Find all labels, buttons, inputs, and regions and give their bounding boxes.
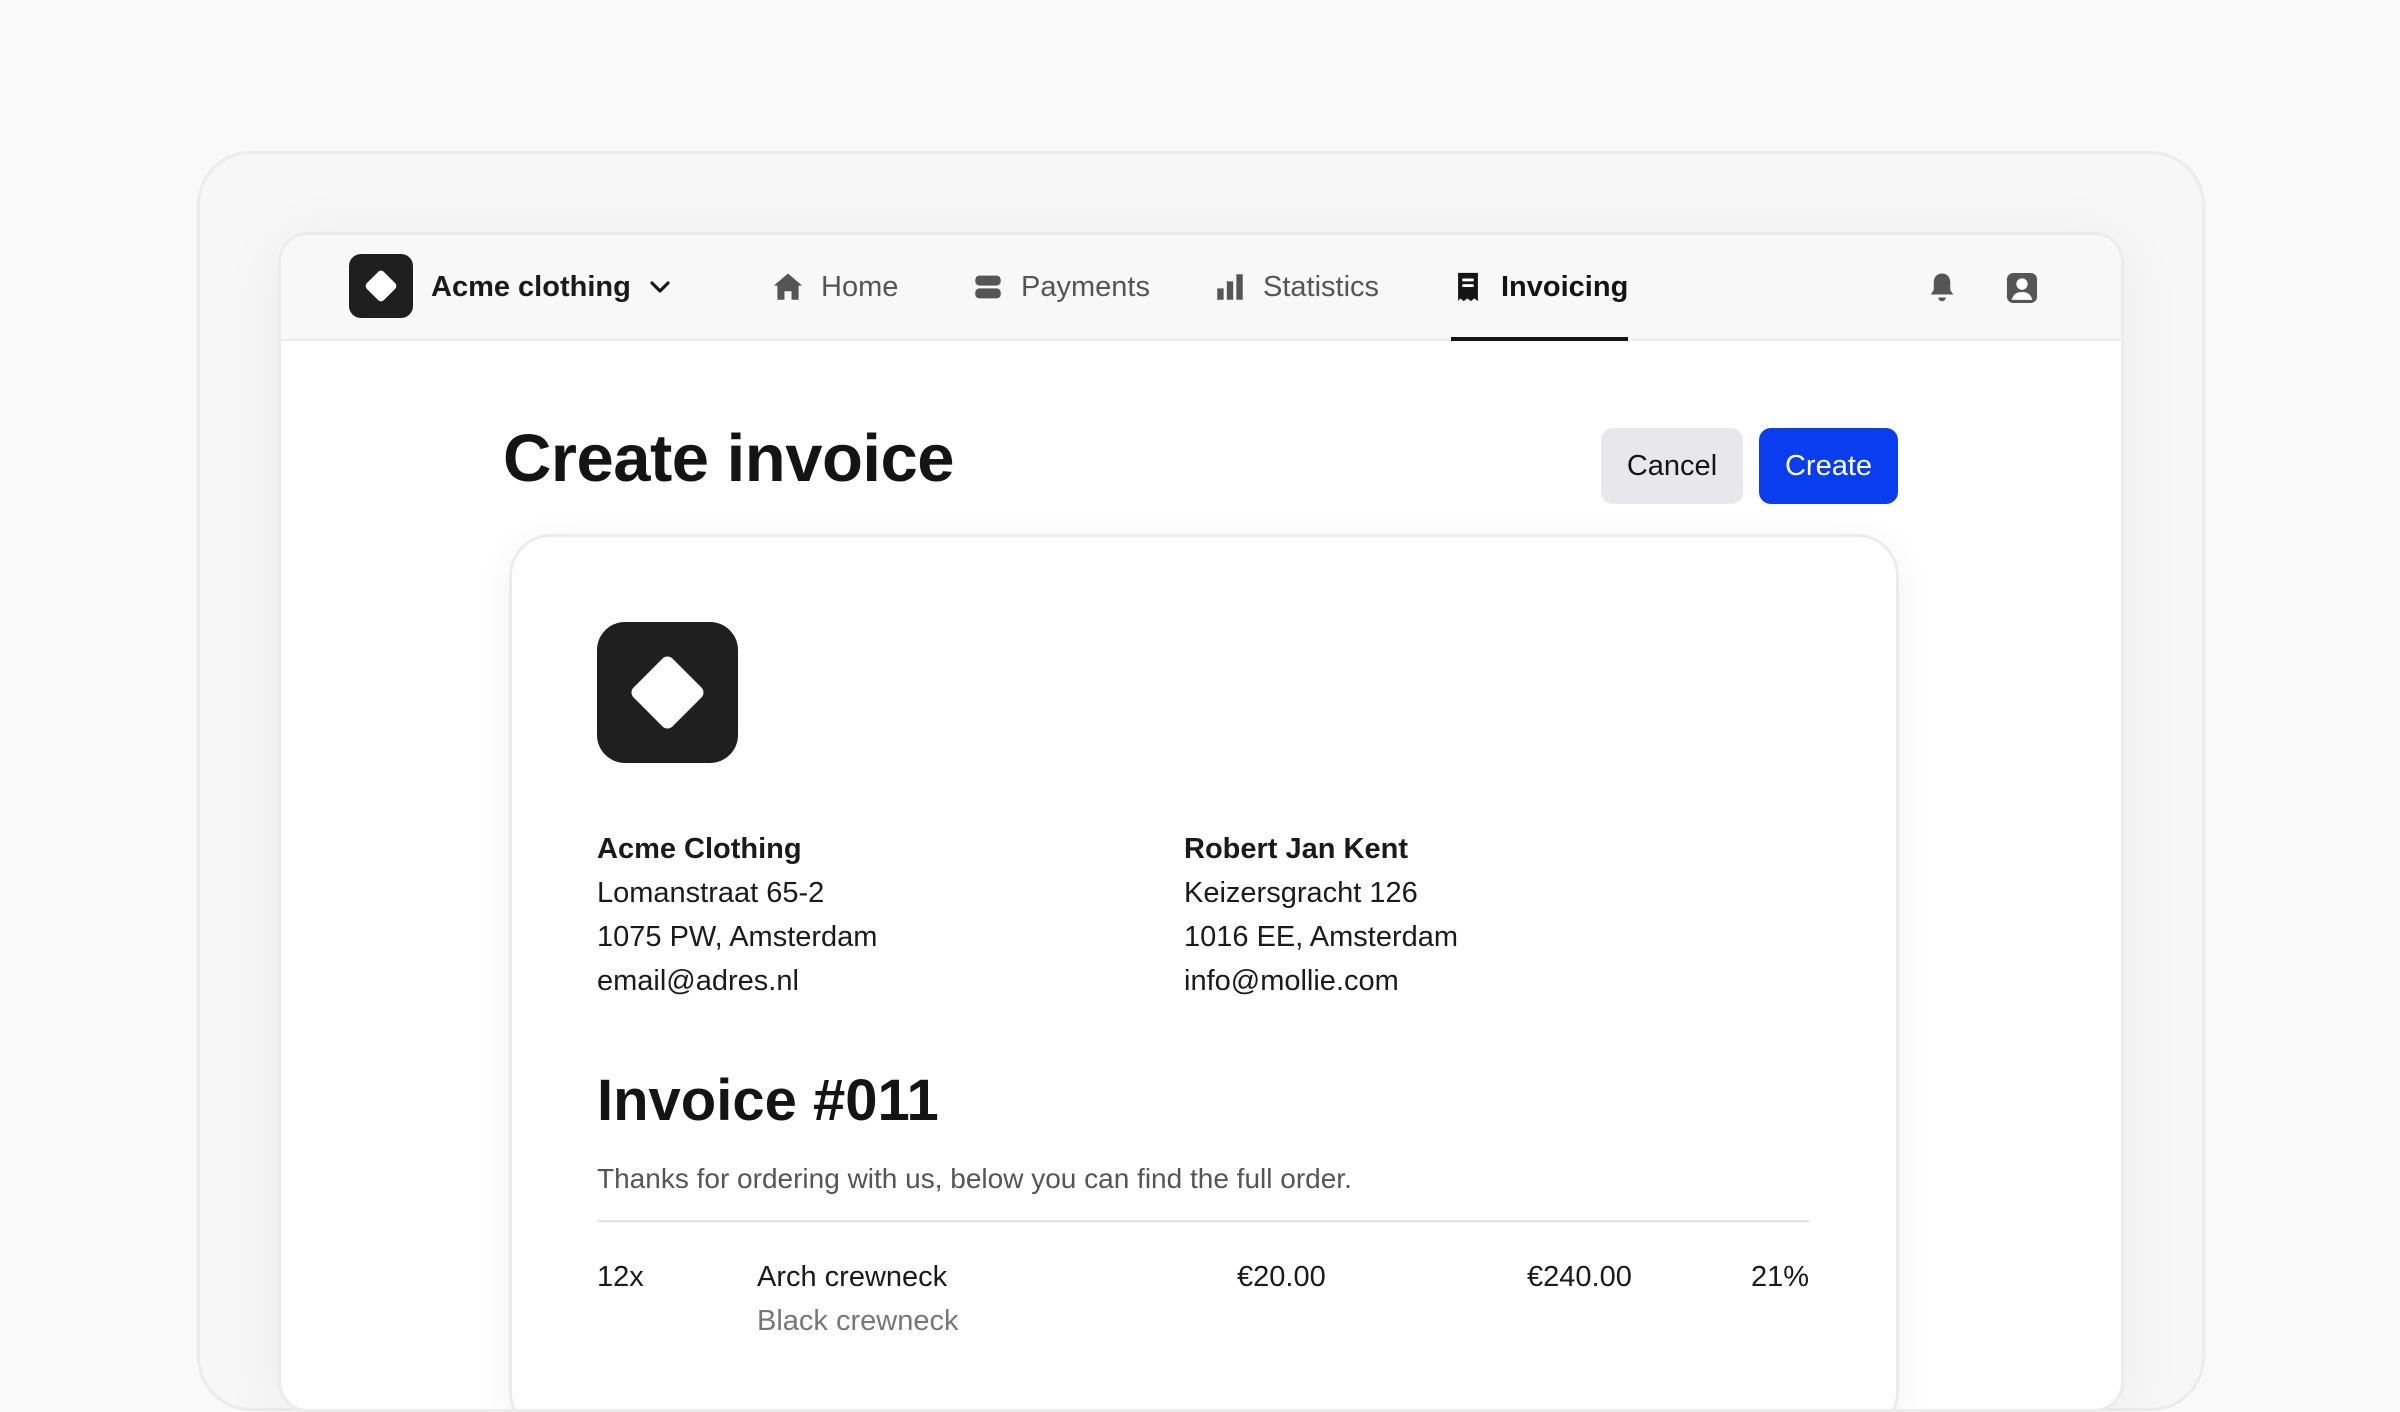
page-title: Create invoice: [503, 421, 955, 496]
nav-item-home[interactable]: Home: [771, 235, 898, 339]
line-quantity: 12x: [597, 1261, 644, 1293]
invoice-description: Thanks for ordering with us, below you c…: [597, 1163, 1352, 1194]
org-name[interactable]: Acme clothing: [431, 235, 631, 339]
nav-item-label: Home: [821, 270, 899, 303]
recipient-address: Robert Jan Kent Keizersgracht 126 1016 E…: [1184, 827, 1458, 1003]
nav-item-label: Statistics: [1263, 270, 1380, 303]
sender-city: 1075 PW, Amsterdam: [597, 921, 878, 953]
active-tab-indicator: [1451, 337, 1629, 341]
sender-address: Acme Clothing Lomanstraat 65-2 1075 PW, …: [597, 827, 877, 1003]
invoice-title: Invoice #011: [597, 1068, 939, 1133]
line-unit-price: €20.00: [1237, 1261, 1326, 1293]
home-icon: [773, 273, 803, 300]
chevron-down-icon[interactable]: [646, 275, 674, 299]
recipient-name: Robert Jan Kent: [1184, 833, 1408, 865]
user-account-icon[interactable]: [2003, 269, 2041, 307]
statistics-icon: [1217, 274, 1243, 300]
nav-item-label: Invoicing: [1501, 270, 1629, 303]
nav-item-payments[interactable]: Payments: [971, 235, 1150, 339]
nav-item-statistics[interactable]: Statistics: [1213, 235, 1379, 339]
create-button[interactable]: Create: [1759, 428, 1898, 504]
bell-icon[interactable]: [1924, 269, 1960, 305]
nav-item-label: Payments: [1021, 270, 1150, 303]
line-product-name: Arch crewneck: [757, 1261, 948, 1293]
org-logo[interactable]: [349, 254, 413, 318]
recipient-city: 1016 EE, Amsterdam: [1184, 921, 1459, 953]
invoice-preview-card: Acme Clothing Lomanstraat 65-2 1075 PW, …: [509, 534, 1899, 1409]
recipient-street: Keizersgracht 126: [1184, 877, 1418, 909]
sender-email: email@adres.nl: [597, 965, 799, 997]
invoice-company-logo: [597, 622, 738, 763]
sender-name: Acme Clothing: [597, 833, 802, 865]
top-navbar: Acme clothing Home Payments Statistics I…: [281, 235, 2121, 341]
line-vat: 21%: [1750, 1261, 1809, 1293]
invoice-icon: [1458, 272, 1478, 302]
line-product-subtitle: Black crewneck: [757, 1305, 959, 1337]
cancel-button[interactable]: Cancel: [1601, 428, 1743, 504]
recipient-email: info@mollie.com: [1184, 965, 1399, 997]
nav-item-invoicing[interactable]: Invoicing: [1451, 235, 1629, 341]
invoice-line-item: 12x Arch crewneck Black crewneck €20.00 …: [597, 1255, 1809, 1355]
app-window: Acme clothing Home Payments Statistics I…: [278, 232, 2124, 1412]
payments-icon: [975, 275, 1001, 299]
sender-street: Lomanstraat 65-2: [597, 877, 825, 909]
divider: [597, 1220, 1809, 1222]
line-total: €240.00: [1527, 1261, 1632, 1293]
